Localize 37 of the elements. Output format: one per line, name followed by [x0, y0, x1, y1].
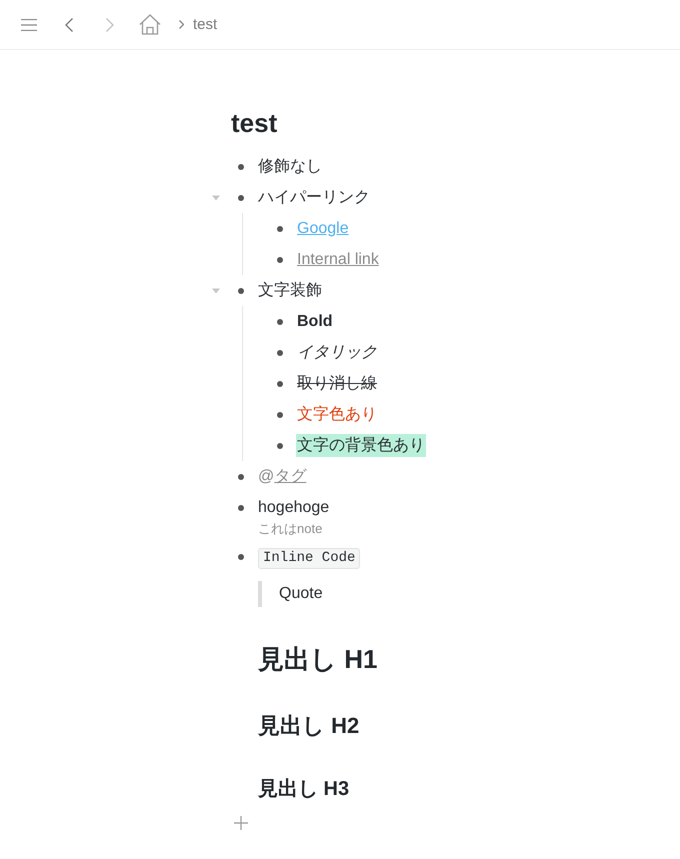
- italic-text: イタリック: [297, 344, 377, 361]
- bullet-icon[interactable]: [238, 474, 244, 480]
- list-item-text: ハイパーリンク: [258, 189, 370, 206]
- page-title: test: [231, 107, 278, 140]
- heading: 見出し H3: [258, 777, 350, 802]
- bullet-icon[interactable]: [277, 380, 283, 386]
- breadcrumb-link[interactable]: test: [193, 16, 218, 33]
- highlighted-text: 文字の背景色あり: [296, 434, 426, 457]
- bullet-icon[interactable]: [277, 226, 283, 232]
- heading: 見出し H2: [258, 712, 360, 740]
- colored-text: 文字色あり: [297, 406, 377, 423]
- bullet-icon[interactable]: [277, 318, 283, 324]
- bullet-icon[interactable]: [277, 442, 283, 448]
- list-item-text: hogehoge: [258, 499, 330, 516]
- strikethrough-text: 取り消し線: [297, 375, 377, 392]
- home-icon[interactable]: [139, 14, 161, 35]
- menu-icon[interactable]: [21, 18, 37, 30]
- list-item-text: 文字装飾: [258, 282, 322, 299]
- list-item-text: 修飾なし: [258, 158, 322, 175]
- blockquote: Quote: [258, 581, 323, 607]
- add-icon[interactable]: [234, 816, 248, 830]
- bullet-icon[interactable]: [238, 194, 244, 200]
- bullet-icon[interactable]: [238, 554, 244, 560]
- note-text: これはnote: [258, 520, 324, 538]
- bold-text: Bold: [297, 313, 333, 330]
- bullet-icon[interactable]: [277, 350, 283, 356]
- internal-link[interactable]: Internal link: [297, 251, 379, 268]
- hyperlink[interactable]: Google: [297, 220, 349, 237]
- bullet-icon[interactable]: [238, 164, 244, 170]
- inline-code: Inline Code: [258, 548, 360, 569]
- tag-link[interactable]: @タグ: [258, 468, 306, 485]
- heading: 見出し H1: [258, 643, 378, 676]
- chevron-icon: [179, 20, 184, 29]
- bullet-icon[interactable]: [277, 412, 283, 418]
- bullet-icon[interactable]: [238, 504, 244, 510]
- bullet-icon[interactable]: [238, 288, 244, 294]
- bullet-icon[interactable]: [277, 256, 283, 262]
